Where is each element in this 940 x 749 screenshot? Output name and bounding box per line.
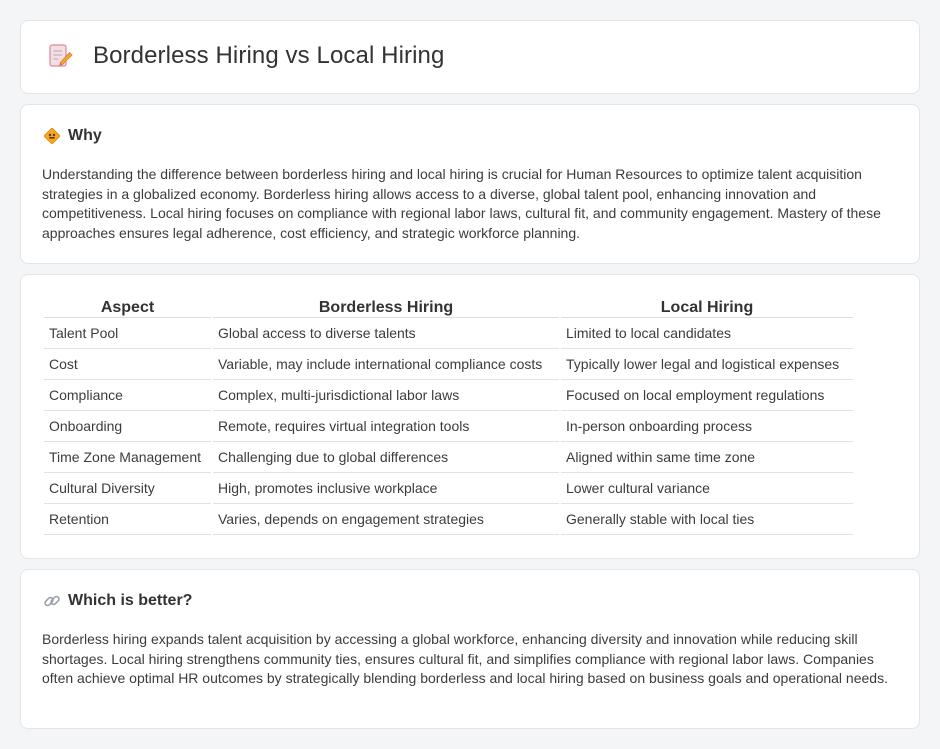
borderless-cell: Global access to diverse talents <box>213 318 559 349</box>
table-row: Onboarding Remote, requires virtual inte… <box>44 411 853 442</box>
comparison-table: Aspect Borderless Hiring Local Hiring Ta… <box>42 296 855 535</box>
local-cell: Limited to local candidates <box>561 318 853 349</box>
why-heading: Why <box>68 127 102 144</box>
table-row: Cost Variable, may include international… <box>44 349 853 380</box>
aspect-cell: Cost <box>44 349 211 380</box>
diamond-sign-icon <box>43 127 61 145</box>
title-card: Borderless Hiring vs Local Hiring <box>20 20 920 94</box>
aspect-cell: Compliance <box>44 380 211 411</box>
which-better-card: Which is better? Borderless hiring expan… <box>20 569 920 729</box>
borderless-cell: Remote, requires virtual integration too… <box>213 411 559 442</box>
table-header-row: Aspect Borderless Hiring Local Hiring <box>44 296 853 318</box>
column-header-aspect: Aspect <box>44 296 211 318</box>
document-pencil-icon <box>45 41 75 71</box>
column-header-local: Local Hiring <box>561 296 853 318</box>
aspect-cell: Cultural Diversity <box>44 473 211 504</box>
local-cell: In-person onboarding process <box>561 411 853 442</box>
why-heading-row: Why <box>43 127 102 145</box>
table-row: Compliance Complex, multi-jurisdictional… <box>44 380 853 411</box>
borderless-cell: Varies, depends on engagement strategies <box>213 504 559 535</box>
local-cell: Typically lower legal and logistical exp… <box>561 349 853 380</box>
local-cell: Lower cultural variance <box>561 473 853 504</box>
link-icon <box>43 592 61 610</box>
borderless-cell: Variable, may include international comp… <box>213 349 559 380</box>
page-title: Borderless Hiring vs Local Hiring <box>93 42 445 69</box>
better-heading-row: Which is better? <box>43 592 192 610</box>
aspect-cell: Time Zone Management <box>44 442 211 473</box>
local-cell: Aligned within same time zone <box>561 442 853 473</box>
borderless-cell: Challenging due to global differences <box>213 442 559 473</box>
aspect-cell: Onboarding <box>44 411 211 442</box>
table-row: Time Zone Management Challenging due to … <box>44 442 853 473</box>
borderless-cell: Complex, multi-jurisdictional labor laws <box>213 380 559 411</box>
table-row: Cultural Diversity High, promotes inclus… <box>44 473 853 504</box>
why-card: Why Understanding the difference between… <box>20 104 920 264</box>
aspect-cell: Retention <box>44 504 211 535</box>
better-heading: Which is better? <box>68 592 193 609</box>
table-row: Retention Varies, depends on engagement … <box>44 504 853 535</box>
why-text: Understanding the difference between bor… <box>42 166 881 241</box>
better-text: Borderless hiring expands talent acquisi… <box>42 631 888 686</box>
title-row: Borderless Hiring vs Local Hiring <box>45 41 444 71</box>
aspect-cell: Talent Pool <box>44 318 211 349</box>
column-header-borderless: Borderless Hiring <box>213 296 559 318</box>
local-cell: Generally stable with local ties <box>561 504 853 535</box>
borderless-cell: High, promotes inclusive workplace <box>213 473 559 504</box>
table-row: Talent Pool Global access to diverse tal… <box>44 318 853 349</box>
comparison-card: Aspect Borderless Hiring Local Hiring Ta… <box>20 274 920 559</box>
local-cell: Focused on local employment regulations <box>561 380 853 411</box>
